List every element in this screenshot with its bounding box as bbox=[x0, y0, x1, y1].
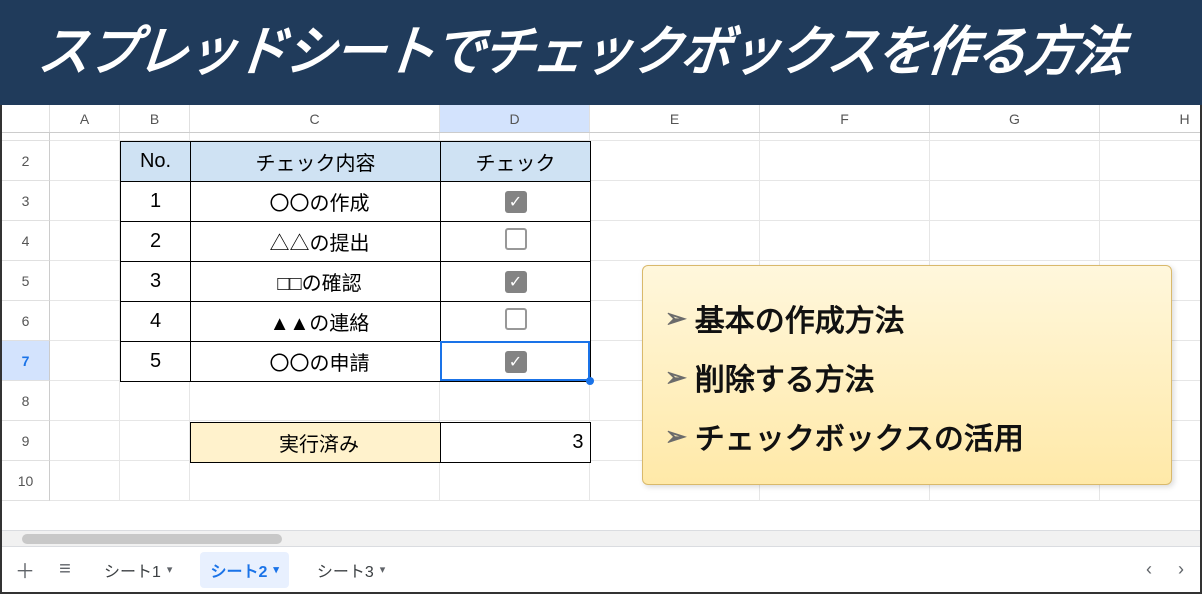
col-header-C[interactable]: C bbox=[190, 105, 440, 132]
checkbox-icon[interactable] bbox=[505, 308, 527, 330]
row-header-8[interactable]: 8 bbox=[2, 381, 50, 421]
col-header-F[interactable]: F bbox=[760, 105, 930, 132]
checkbox-icon[interactable]: ✓ bbox=[505, 271, 527, 293]
row-header-10[interactable]: 10 bbox=[2, 461, 50, 501]
checkbox-icon[interactable] bbox=[505, 228, 527, 250]
row-1-sliver bbox=[2, 133, 1200, 141]
table-row: 1〇〇の作成 ✓ bbox=[121, 182, 591, 222]
cell-chk[interactable]: ✓ bbox=[441, 262, 591, 302]
cell-body[interactable]: 〇〇の申請 bbox=[191, 342, 441, 382]
row-header-3[interactable]: 3 bbox=[2, 181, 50, 221]
table-header-row: No. チェック内容 チェック bbox=[121, 142, 591, 182]
callout-text: チェックボックスの活用 bbox=[695, 414, 1024, 458]
tab-scroll-left[interactable]: ‹ bbox=[1142, 559, 1156, 580]
cell-no[interactable]: 1 bbox=[121, 182, 191, 222]
col-header-G[interactable]: G bbox=[930, 105, 1100, 132]
col-header-A[interactable]: A bbox=[50, 105, 120, 132]
tab-label: シート3 bbox=[317, 558, 374, 582]
th-body[interactable]: チェック内容 bbox=[191, 142, 441, 182]
callout-text: 削除する方法 bbox=[695, 355, 875, 399]
cell-no[interactable]: 4 bbox=[121, 302, 191, 342]
column-header-row: A B C D E F G H bbox=[2, 105, 1200, 133]
row-header-4[interactable]: 4 bbox=[2, 221, 50, 261]
active-cell-handle[interactable] bbox=[586, 377, 594, 385]
col-header-H[interactable]: H bbox=[1100, 105, 1200, 132]
tab-sheet1[interactable]: シート1 ▾ bbox=[94, 552, 182, 588]
checkbox-icon[interactable]: ✓ bbox=[505, 351, 527, 373]
chevron-icon: ➢ bbox=[665, 423, 687, 449]
chevron-icon: ➢ bbox=[665, 364, 687, 390]
cell-chk[interactable] bbox=[441, 302, 591, 342]
add-sheet-button[interactable]: ＋ bbox=[14, 555, 36, 584]
sheet-tab-bar: ＋ ≡ シート1 ▾ シート2 ▾ シート3 ▾ ‹ › bbox=[2, 546, 1200, 592]
tab-sheet2[interactable]: シート2 ▾ bbox=[200, 552, 288, 588]
checkbox-icon[interactable]: ✓ bbox=[505, 191, 527, 213]
cell-no[interactable]: 2 bbox=[121, 222, 191, 262]
table-row: 2△△の提出 bbox=[121, 222, 591, 262]
table-row: 4▲▲の連絡 bbox=[121, 302, 591, 342]
tab-label: シート1 bbox=[104, 558, 161, 582]
cell-chk[interactable]: ✓ bbox=[441, 342, 591, 382]
callout-box: ➢ 基本の作成方法 ➢ 削除する方法 ➢ チェックボックスの活用 bbox=[642, 265, 1172, 485]
tab-scroll-right[interactable]: › bbox=[1174, 559, 1188, 580]
cell-chk[interactable] bbox=[441, 222, 591, 262]
th-no[interactable]: No. bbox=[121, 142, 191, 182]
row-header-5[interactable]: 5 bbox=[2, 261, 50, 301]
row-header-9[interactable]: 9 bbox=[2, 421, 50, 461]
tab-sheet3[interactable]: シート3 ▾ bbox=[307, 552, 395, 588]
th-chk[interactable]: チェック bbox=[441, 142, 591, 182]
table-row: 5〇〇の申請 ✓ bbox=[121, 342, 591, 382]
callout-item: ➢ 削除する方法 bbox=[665, 355, 1151, 399]
summary-label[interactable]: 実行済み bbox=[190, 423, 440, 463]
col-header-B[interactable]: B bbox=[120, 105, 190, 132]
cell-body[interactable]: □□の確認 bbox=[191, 262, 441, 302]
row-header-6[interactable]: 6 bbox=[2, 301, 50, 341]
summary-value[interactable]: 3 bbox=[440, 423, 590, 463]
horizontal-scrollbar[interactable] bbox=[2, 530, 1200, 546]
row-header-2[interactable]: 2 bbox=[2, 141, 50, 181]
spreadsheet: A B C D E F G H 2 3 4 5 6 7 8 9 10 bbox=[0, 105, 1202, 594]
cell-no[interactable]: 5 bbox=[121, 342, 191, 382]
cell-body[interactable]: △△の提出 bbox=[191, 222, 441, 262]
cell-no[interactable]: 3 bbox=[121, 262, 191, 302]
chevron-icon: ➢ bbox=[665, 305, 687, 331]
summary-row: 実行済み 3 bbox=[120, 423, 590, 463]
checklist-table: No. チェック内容 チェック 1〇〇の作成✓ 2△△の提出 3□□の確認✓ 4… bbox=[120, 141, 591, 463]
cell-body[interactable]: ▲▲の連絡 bbox=[191, 302, 441, 342]
chevron-down-icon[interactable]: ▾ bbox=[167, 563, 173, 576]
tab-label: シート2 bbox=[210, 558, 267, 582]
col-header-D[interactable]: D bbox=[440, 105, 590, 132]
callout-text: 基本の作成方法 bbox=[695, 296, 905, 340]
table-row: 3□□の確認 ✓ bbox=[121, 262, 591, 302]
title-banner: スプレッドシートでチェックボックスを作る方法 bbox=[0, 0, 1202, 105]
cell-body[interactable]: 〇〇の作成 bbox=[191, 182, 441, 222]
chevron-down-icon[interactable]: ▾ bbox=[273, 563, 279, 576]
grid[interactable]: A B C D E F G H 2 3 4 5 6 7 8 9 10 bbox=[2, 105, 1200, 530]
row-header-7[interactable]: 7 bbox=[2, 341, 50, 381]
cell-chk[interactable]: ✓ bbox=[441, 182, 591, 222]
callout-item: ➢ 基本の作成方法 bbox=[665, 296, 1151, 340]
title-text: スプレッドシートでチェックボックスを作る方法 bbox=[33, 0, 1129, 105]
col-header-E[interactable]: E bbox=[590, 105, 760, 132]
callout-item: ➢ チェックボックスの活用 bbox=[665, 414, 1151, 458]
scrollbar-thumb[interactable] bbox=[22, 534, 282, 544]
select-all-corner[interactable] bbox=[2, 105, 50, 132]
all-sheets-button[interactable]: ≡ bbox=[54, 558, 76, 581]
chevron-down-icon[interactable]: ▾ bbox=[380, 563, 386, 576]
